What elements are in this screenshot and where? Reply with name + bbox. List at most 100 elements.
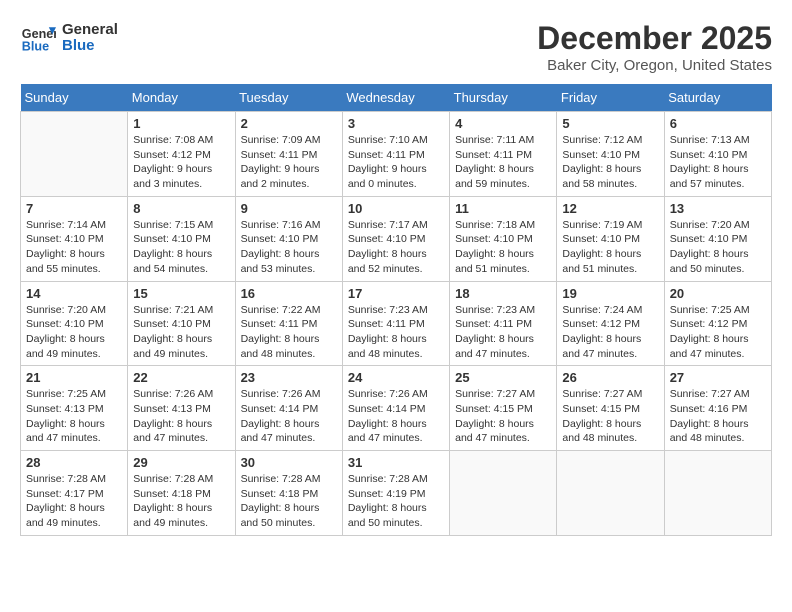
- day-number: 17: [348, 286, 444, 301]
- day-cell: 17 Sunrise: 7:23 AMSunset: 4:11 PMDayligh…: [342, 281, 449, 366]
- day-number: 14: [26, 286, 122, 301]
- week-row-3: 21 Sunrise: 7:25 AMSunset: 4:13 PMDayligh…: [21, 366, 772, 451]
- day-number: 11: [455, 201, 551, 216]
- title-area: December 2025 Baker City, Oregon, United…: [537, 20, 772, 74]
- day-number: 9: [241, 201, 337, 216]
- day-info: Sunrise: 7:25 AMSunset: 4:13 PMDaylight:…: [26, 387, 122, 446]
- week-row-2: 14 Sunrise: 7:20 AMSunset: 4:10 PMDayligh…: [21, 281, 772, 366]
- day-info: Sunrise: 7:22 AMSunset: 4:11 PMDaylight:…: [241, 303, 337, 362]
- weekday-header-sunday: Sunday: [21, 84, 128, 112]
- logo-icon: General Blue: [20, 20, 56, 56]
- day-number: 20: [670, 286, 766, 301]
- day-number: 6: [670, 116, 766, 131]
- day-cell: 4 Sunrise: 7:11 AMSunset: 4:11 PMDaylight…: [450, 112, 557, 197]
- day-cell: 14 Sunrise: 7:20 AMSunset: 4:10 PMDayligh…: [21, 281, 128, 366]
- day-cell: 5 Sunrise: 7:12 AMSunset: 4:10 PMDaylight…: [557, 112, 664, 197]
- day-cell: 8Sunrise: 7:15 AMSunset: 4:10 PMDaylight…: [128, 196, 235, 281]
- day-number: 24: [348, 370, 444, 385]
- week-row-1: 7 Sunrise: 7:14 AMSunset: 4:10 PMDaylight…: [21, 196, 772, 281]
- day-cell: 15 Sunrise: 7:21 AMSunset: 4:10 PMDayligh…: [128, 281, 235, 366]
- day-cell: 30Sunrise: 7:28 AMSunset: 4:18 PMDayligh…: [235, 451, 342, 536]
- day-cell: 18 Sunrise: 7:23 AMSunset: 4:11 PMDayligh…: [450, 281, 557, 366]
- day-cell: 27 Sunrise: 7:27 AMSunset: 4:16 PMDayligh…: [664, 366, 771, 451]
- day-number: 10: [348, 201, 444, 216]
- day-cell: 16Sunrise: 7:22 AMSunset: 4:11 PMDayligh…: [235, 281, 342, 366]
- day-number: 8: [133, 201, 229, 216]
- day-number: 13: [670, 201, 766, 216]
- day-cell: 19 Sunrise: 7:24 AMSunset: 4:12 PMDayligh…: [557, 281, 664, 366]
- weekday-header-friday: Friday: [557, 84, 664, 112]
- day-info: Sunrise: 7:14 AMSunset: 4:10 PMDaylight:…: [26, 218, 122, 277]
- day-info: Sunrise: 7:08 AMSunset: 4:12 PMDaylight:…: [133, 133, 229, 192]
- weekday-header-thursday: Thursday: [450, 84, 557, 112]
- day-number: 1: [133, 116, 229, 131]
- day-cell: 12 Sunrise: 7:19 AMSunset: 4:10 PMDayligh…: [557, 196, 664, 281]
- day-number: 5: [562, 116, 658, 131]
- svg-text:Blue: Blue: [22, 40, 49, 54]
- month-title: December 2025: [537, 20, 772, 57]
- day-number: 31: [348, 455, 444, 470]
- week-row-0: 1 Sunrise: 7:08 AMSunset: 4:12 PMDaylight…: [21, 112, 772, 197]
- day-number: 12: [562, 201, 658, 216]
- day-cell: 21 Sunrise: 7:25 AMSunset: 4:13 PMDayligh…: [21, 366, 128, 451]
- day-cell: [664, 451, 771, 536]
- day-info: Sunrise: 7:11 AMSunset: 4:11 PMDaylight:…: [455, 133, 551, 192]
- day-info: Sunrise: 7:26 AMSunset: 4:14 PMDaylight:…: [241, 387, 337, 446]
- day-info: Sunrise: 7:24 AMSunset: 4:12 PMDaylight:…: [562, 303, 658, 362]
- logo-line2: Blue: [62, 38, 118, 55]
- day-info: Sunrise: 7:20 AMSunset: 4:10 PMDaylight:…: [26, 303, 122, 362]
- day-info: Sunrise: 7:12 AMSunset: 4:10 PMDaylight:…: [562, 133, 658, 192]
- day-cell: [557, 451, 664, 536]
- day-info: Sunrise: 7:28 AMSunset: 4:18 PMDaylight:…: [133, 472, 229, 531]
- day-cell: 7 Sunrise: 7:14 AMSunset: 4:10 PMDaylight…: [21, 196, 128, 281]
- day-info: Sunrise: 7:27 AMSunset: 4:16 PMDaylight:…: [670, 387, 766, 446]
- day-info: Sunrise: 7:28 AMSunset: 4:17 PMDaylight:…: [26, 472, 122, 531]
- day-cell: 23 Sunrise: 7:26 AMSunset: 4:14 PMDayligh…: [235, 366, 342, 451]
- day-number: 3: [348, 116, 444, 131]
- day-number: 23: [241, 370, 337, 385]
- day-info: Sunrise: 7:21 AMSunset: 4:10 PMDaylight:…: [133, 303, 229, 362]
- day-info: Sunrise: 7:26 AMSunset: 4:13 PMDaylight:…: [133, 387, 229, 446]
- day-cell: 20Sunrise: 7:25 AMSunset: 4:12 PMDayligh…: [664, 281, 771, 366]
- day-info: Sunrise: 7:19 AMSunset: 4:10 PMDaylight:…: [562, 218, 658, 277]
- day-cell: [21, 112, 128, 197]
- day-info: Sunrise: 7:18 AMSunset: 4:10 PMDaylight:…: [455, 218, 551, 277]
- day-info: Sunrise: 7:23 AMSunset: 4:11 PMDaylight:…: [455, 303, 551, 362]
- day-number: 4: [455, 116, 551, 131]
- day-number: 29: [133, 455, 229, 470]
- day-info: Sunrise: 7:17 AMSunset: 4:10 PMDaylight:…: [348, 218, 444, 277]
- day-info: Sunrise: 7:28 AMSunset: 4:18 PMDaylight:…: [241, 472, 337, 531]
- day-cell: 9 Sunrise: 7:16 AMSunset: 4:10 PMDaylight…: [235, 196, 342, 281]
- weekday-header-monday: Monday: [128, 84, 235, 112]
- day-info: Sunrise: 7:16 AMSunset: 4:10 PMDaylight:…: [241, 218, 337, 277]
- day-cell: 1 Sunrise: 7:08 AMSunset: 4:12 PMDaylight…: [128, 112, 235, 197]
- weekday-header-saturday: Saturday: [664, 84, 771, 112]
- calendar-table: SundayMondayTuesdayWednesdayThursdayFrid…: [20, 84, 772, 536]
- day-number: 7: [26, 201, 122, 216]
- day-info: Sunrise: 7:28 AMSunset: 4:19 PMDaylight:…: [348, 472, 444, 531]
- weekday-header-wednesday: Wednesday: [342, 84, 449, 112]
- day-info: Sunrise: 7:09 AMSunset: 4:11 PMDaylight:…: [241, 133, 337, 192]
- day-number: 21: [26, 370, 122, 385]
- day-info: Sunrise: 7:23 AMSunset: 4:11 PMDaylight:…: [348, 303, 444, 362]
- day-number: 18: [455, 286, 551, 301]
- day-number: 25: [455, 370, 551, 385]
- weekday-header-row: SundayMondayTuesdayWednesdayThursdayFrid…: [21, 84, 772, 112]
- day-number: 19: [562, 286, 658, 301]
- day-number: 22: [133, 370, 229, 385]
- day-info: Sunrise: 7:27 AMSunset: 4:15 PMDaylight:…: [562, 387, 658, 446]
- day-cell: 13Sunrise: 7:20 AMSunset: 4:10 PMDayligh…: [664, 196, 771, 281]
- day-cell: 25 Sunrise: 7:27 AMSunset: 4:15 PMDayligh…: [450, 366, 557, 451]
- day-number: 27: [670, 370, 766, 385]
- day-cell: 24Sunrise: 7:26 AMSunset: 4:14 PMDayligh…: [342, 366, 449, 451]
- day-cell: 29 Sunrise: 7:28 AMSunset: 4:18 PMDayligh…: [128, 451, 235, 536]
- day-number: 26: [562, 370, 658, 385]
- day-info: Sunrise: 7:10 AMSunset: 4:11 PMDaylight:…: [348, 133, 444, 192]
- day-info: Sunrise: 7:27 AMSunset: 4:15 PMDaylight:…: [455, 387, 551, 446]
- day-number: 28: [26, 455, 122, 470]
- location: Baker City, Oregon, United States: [537, 57, 772, 74]
- day-cell: 2Sunrise: 7:09 AMSunset: 4:11 PMDaylight…: [235, 112, 342, 197]
- day-number: 15: [133, 286, 229, 301]
- day-cell: 26 Sunrise: 7:27 AMSunset: 4:15 PMDayligh…: [557, 366, 664, 451]
- day-cell: 11 Sunrise: 7:18 AMSunset: 4:10 PMDayligh…: [450, 196, 557, 281]
